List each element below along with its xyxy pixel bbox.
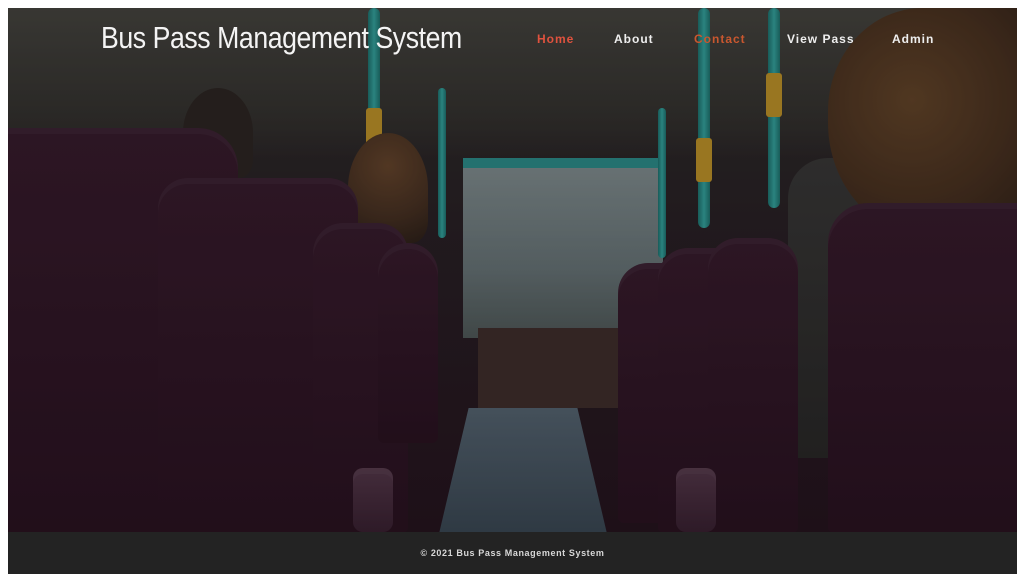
nav-link-contact[interactable]: Contact (694, 32, 746, 46)
hero-dark-overlay (8, 8, 1017, 532)
footer-copyright: © 2021 Bus Pass Management System (420, 548, 605, 558)
hero-background-image (8, 8, 1017, 532)
page-frame: Bus Pass Management System Home About Co… (8, 8, 1017, 574)
top-navbar: Bus Pass Management System Home About Co… (8, 8, 1017, 70)
nav-link-view-pass[interactable]: View Pass (787, 32, 855, 46)
nav-menu: Home About Contact View Pass Admin (8, 32, 1017, 52)
nav-link-admin[interactable]: Admin (892, 32, 934, 46)
nav-link-about[interactable]: About (614, 32, 654, 46)
page-footer: © 2021 Bus Pass Management System (8, 532, 1017, 574)
nav-link-home[interactable]: Home (537, 32, 574, 46)
